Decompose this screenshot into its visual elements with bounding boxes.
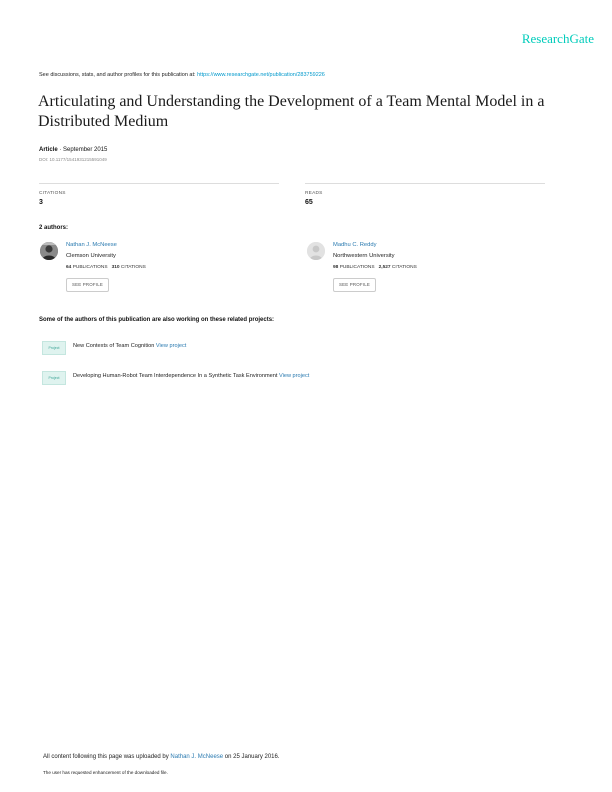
author-publications-label: PUBLICATIONS [339,265,375,270]
project-title: Developing Human-Robot Team Interdepende… [73,373,278,379]
reads-value: 65 [305,199,313,206]
project-badge-icon: Project [42,371,66,385]
enhancement-note: The user has requested enhancement of th… [43,770,168,775]
author-citations-count: 310 [111,265,120,270]
view-project-link[interactable]: View project [156,343,186,349]
related-projects-heading: Some of the authors of this publication … [39,317,275,323]
project-badge-icon: Project [42,341,66,355]
upload-notice: All content following this page was uplo… [43,754,280,760]
citations-divider [39,183,279,184]
author-name-link[interactable]: Madhu C. Reddy [333,242,377,248]
see-profile-button[interactable]: SEE PROFILE [66,278,109,292]
person-photo-icon [40,242,58,260]
author-publications-label: PUBLICATIONS [72,265,108,270]
project-title: New Contexts of Team Cognition [73,343,155,349]
author-avatar[interactable] [40,242,58,260]
project-item: New Contexts of Team Cognition View proj… [73,343,186,349]
discussion-notice: See discussions, stats, and author profi… [39,72,325,78]
stats-separator [376,265,377,270]
author-citations-label: CITATIONS [391,265,417,270]
author-institution: Northwestern University [333,253,395,259]
publication-title: Articulating and Understanding the Devel… [38,93,545,130]
publication-date: · September 2015 [59,147,108,153]
reads-label: READS [305,191,323,196]
uploader-link[interactable]: Nathan J. McNeese [170,754,223,760]
upload-prefix: All content following this page was uplo… [43,754,169,760]
citations-value: 3 [39,199,43,206]
citations-label: CITATIONS [39,191,66,196]
author-institution: Clemson University [66,253,116,259]
view-project-link[interactable]: View project [279,373,309,379]
publication-doi: DOI: 10.1177/1541931215591049 [39,157,107,162]
author-citations-label: CITATIONS [120,265,146,270]
upload-suffix: on 25 January 2016. [224,754,280,760]
publication-url-link[interactable]: https://www.researchgate.net/publication… [197,72,325,78]
author-stats: 98 PUBLICATIONS 2,527 CITATIONS [333,265,417,270]
publication-meta: Article · September 2015 [39,147,107,153]
author-publications-count: 98 [333,265,339,270]
author-name-link[interactable]: Nathan J. McNeese [66,242,117,248]
stats-separator [109,265,110,270]
reads-divider [305,183,545,184]
default-avatar-icon [307,242,325,260]
author-stats: 64 PUBLICATIONS 310 CITATIONS [66,265,146,270]
publication-type: Article [39,147,58,153]
author-publications-count: 64 [66,265,72,270]
see-profile-button[interactable]: SEE PROFILE [333,278,376,292]
authors-heading: 2 authors: [39,225,69,231]
researchgate-logo[interactable]: ResearchGate [522,31,594,47]
author-avatar[interactable] [307,242,325,260]
notice-text: See discussions, stats, and author profi… [39,72,196,78]
author-citations-count: 2,527 [378,265,391,270]
project-item: Developing Human-Robot Team Interdepende… [73,373,309,379]
